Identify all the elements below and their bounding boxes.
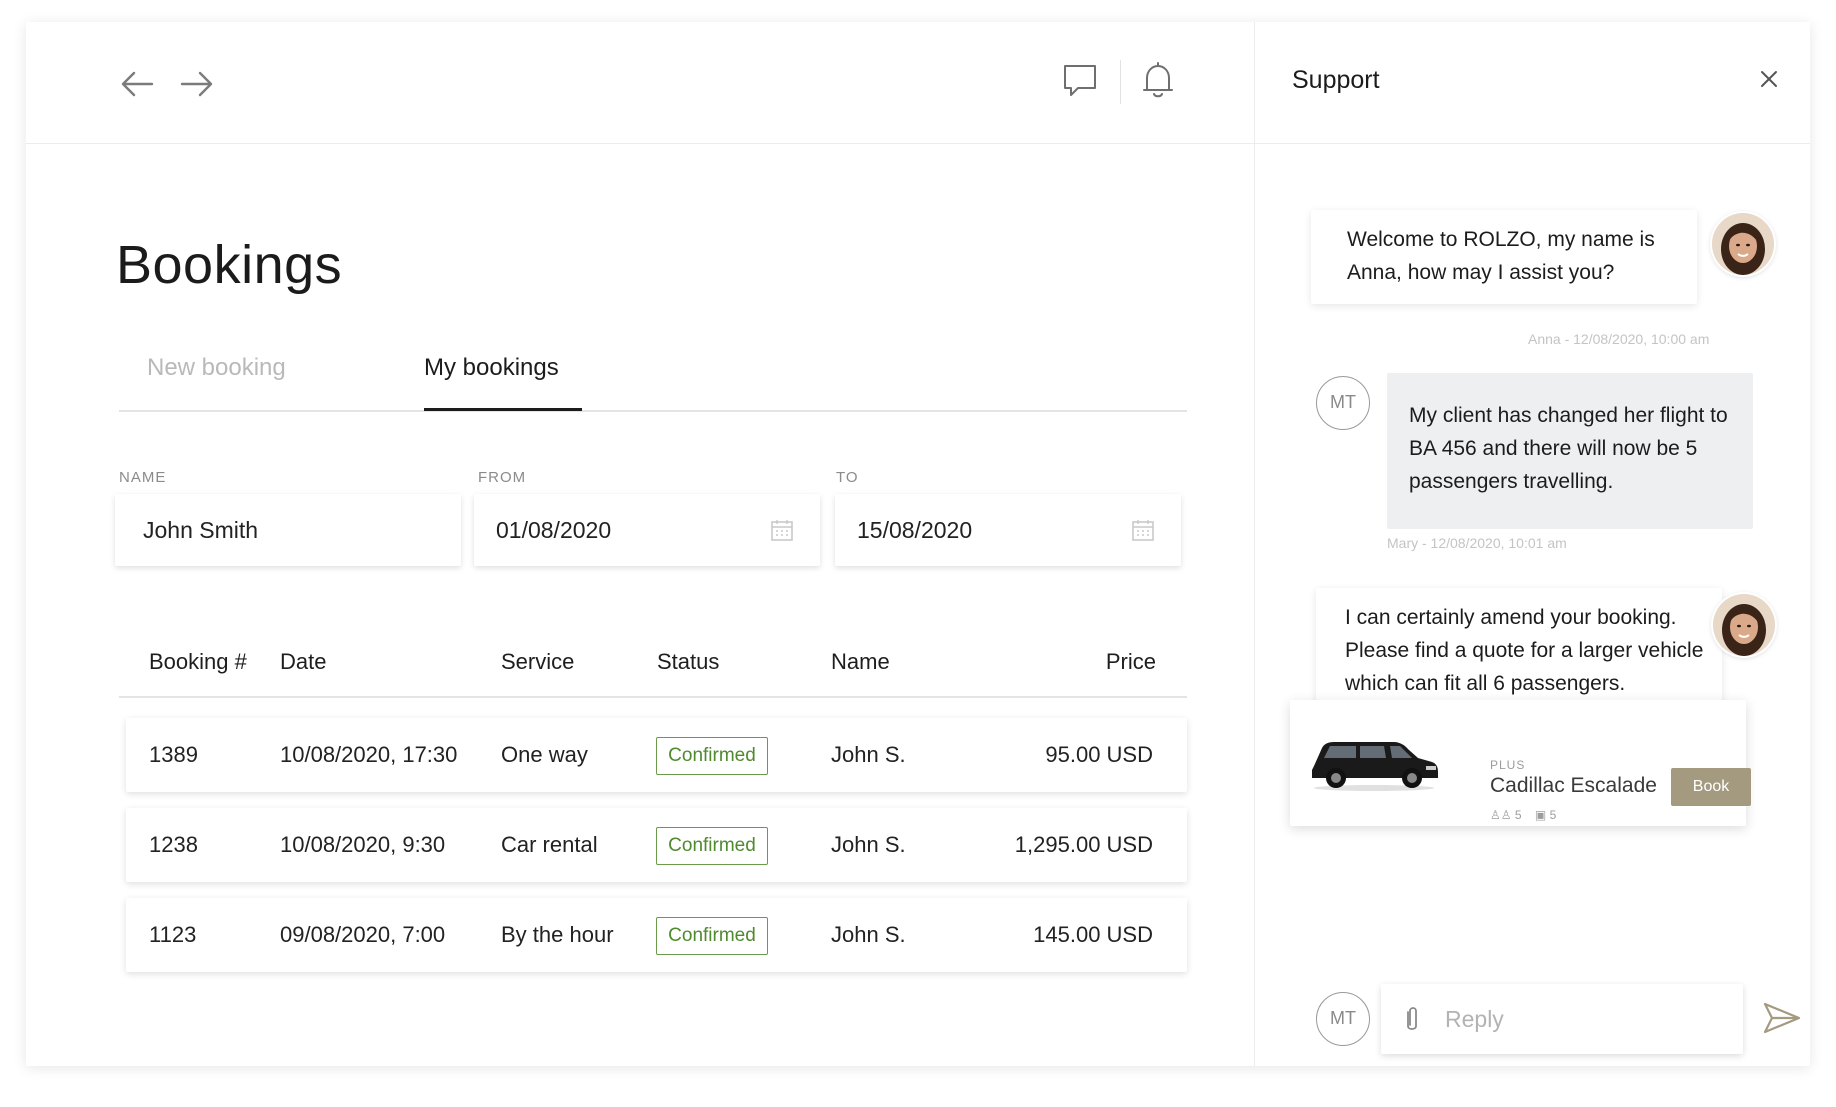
column-header-name[interactable]: Name [831, 649, 890, 675]
vehicle-name: Cadillac Escalade [1490, 774, 1657, 797]
booking-price: 145.00 USD [1033, 922, 1153, 947]
reply-input[interactable] [1445, 1002, 1715, 1036]
calendar-icon[interactable] [770, 518, 794, 542]
app-window: Bookings New booking My bookings NAME Jo… [26, 22, 1810, 1066]
active-tab-indicator [424, 408, 582, 411]
status-badge: Confirmed [656, 917, 768, 955]
luggage-count: 5 [1549, 808, 1557, 822]
to-date-field[interactable]: 15/08/2020 [835, 494, 1181, 566]
table-row[interactable]: 1123 09/08/2020, 7:00 By the hour Confir… [126, 898, 1187, 972]
vehicle-specs: ♙♙ 5 ▣ 5 [1490, 808, 1556, 822]
tab-my-bookings[interactable]: My bookings [424, 354, 559, 400]
tabs: New booking My bookings [119, 354, 1187, 412]
message-text: My client has changed her flight to BA 4… [1409, 404, 1728, 493]
booking-number: 1238 [149, 832, 198, 857]
table-row[interactable]: 1238 10/08/2020, 9:30 Car rental Confirm… [126, 808, 1187, 882]
booking-number: 1389 [149, 742, 198, 767]
calendar-icon[interactable] [1131, 518, 1155, 542]
booking-date: 10/08/2020, 9:30 [280, 832, 446, 857]
paperclip-icon[interactable] [1401, 1006, 1423, 1034]
support-header: Support [1255, 22, 1810, 144]
message-text: I can certainly amend your booking. Plea… [1345, 606, 1704, 695]
booking-name: John S. [831, 832, 906, 857]
to-date-value: 15/08/2020 [857, 517, 973, 543]
booking-name: John S. [831, 922, 906, 947]
tab-new-booking[interactable]: New booking [147, 354, 286, 400]
column-header-service[interactable]: Service [501, 649, 574, 675]
message-meta: Anna - 12/08/2020, 10:00 am [1528, 331, 1710, 347]
luggage-icon: ▣ [1534, 808, 1547, 822]
booking-service: One way [501, 742, 588, 767]
send-icon[interactable] [1762, 1000, 1802, 1036]
from-date-value: 01/08/2020 [496, 517, 612, 543]
from-label: FROM [478, 469, 527, 486]
reply-box [1381, 984, 1743, 1054]
message-meta: Mary - 12/08/2020, 10:01 am [1387, 535, 1567, 551]
divider [1120, 60, 1121, 104]
booking-price: 1,295.00 USD [1014, 832, 1153, 857]
user-initials-avatar: MT [1316, 992, 1370, 1046]
table-header: Booking # Date Service Status Name Price [119, 632, 1187, 698]
booking-number: 1123 [149, 922, 197, 947]
arrow-left-icon[interactable] [118, 66, 158, 102]
column-header-date[interactable]: Date [280, 649, 326, 675]
table-row[interactable]: 1389 10/08/2020, 17:30 One way Confirmed… [126, 718, 1187, 792]
agent-avatar [1713, 594, 1775, 656]
vehicle-class: PLUS [1490, 758, 1526, 772]
name-value: John Smith [143, 517, 259, 543]
column-header-booking[interactable]: Booking # [149, 649, 247, 675]
name-field[interactable]: John Smith [115, 494, 461, 566]
from-date-field[interactable]: 01/08/2020 [474, 494, 820, 566]
agent-avatar [1712, 213, 1774, 275]
vehicle-image [1312, 742, 1438, 791]
message-text: Welcome to ROLZO, my name is Anna, how m… [1347, 228, 1655, 284]
passenger-count: 5 [1514, 808, 1522, 822]
column-header-price[interactable]: Price [1106, 649, 1156, 675]
close-icon[interactable] [1756, 66, 1782, 92]
name-label: NAME [119, 469, 167, 486]
booking-price: 95.00 USD [1045, 742, 1153, 767]
chat-bubble-icon[interactable] [1058, 58, 1102, 102]
agent-message: I can certainly amend your booking. Plea… [1316, 588, 1722, 716]
booking-date: 09/08/2020, 7:00 [280, 922, 446, 947]
status-badge: Confirmed [656, 827, 768, 865]
book-button[interactable]: Book [1671, 768, 1751, 806]
booking-name: John S. [831, 742, 906, 767]
support-title: Support [1292, 66, 1380, 94]
booking-service: Car rental [501, 832, 598, 857]
agent-message: Welcome to ROLZO, my name is Anna, how m… [1311, 210, 1697, 304]
user-initials-avatar: MT [1316, 376, 1370, 430]
column-header-status[interactable]: Status [657, 649, 719, 675]
booking-service: By the hour [501, 922, 614, 947]
status-badge: Confirmed [656, 737, 768, 775]
passengers-icon: ♙♙ [1490, 808, 1512, 822]
bell-icon[interactable] [1136, 58, 1180, 102]
user-message: My client has changed her flight to BA 4… [1387, 373, 1753, 529]
booking-date: 10/08/2020, 17:30 [280, 742, 458, 767]
top-bar [26, 22, 1254, 144]
page-title: Bookings [116, 235, 343, 295]
to-label: TO [836, 469, 859, 486]
arrow-right-icon[interactable] [176, 66, 216, 102]
bookings-panel: Bookings New booking My bookings NAME Jo… [26, 22, 1254, 1066]
